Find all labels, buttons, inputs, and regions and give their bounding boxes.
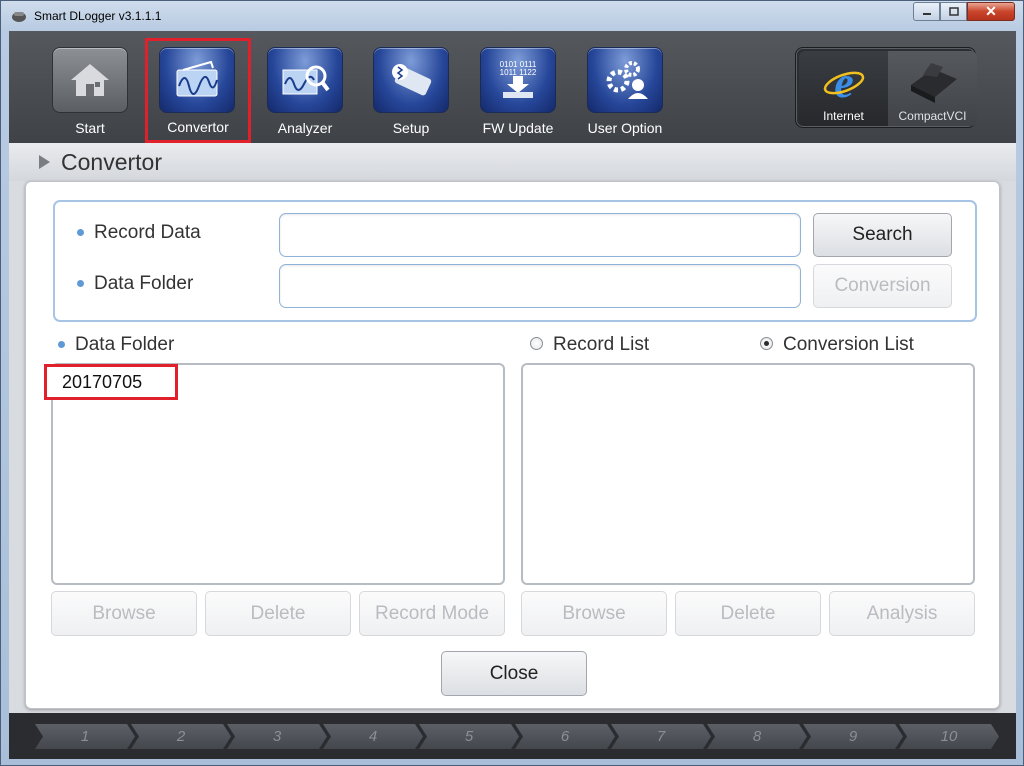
fw-update-icon: 0101 0111 1011 1122 [480,47,556,113]
close-button[interactable]: Close [441,651,587,696]
record-input-group: Record Data Search Data Folder Conversio… [53,200,977,322]
step-4-label: 4 [368,728,378,745]
main-toolbar: Start Convertor Analyzer Setup 0101 0111… [9,31,1016,143]
step-6: 6 [515,724,615,749]
toolbar-fw-update-label: FW Update [482,120,554,136]
step-4: 4 [323,724,423,749]
step-2: 2 [131,724,231,749]
convertor-icon [159,47,235,113]
compactvci-icon [910,63,957,103]
left-delete-button[interactable]: Delete [205,591,351,636]
analysis-button[interactable]: Analysis [829,591,975,636]
close-window-button[interactable]: ✕ [967,2,1015,21]
right-browse-button[interactable]: Browse [521,591,667,636]
toolbar-convertor-label: Convertor [167,119,229,135]
toolbar-analyzer-label: Analyzer [277,120,333,136]
radio-conversion-list-label: Conversion List [783,334,914,355]
title-bar[interactable]: Smart DLogger v3.1.1.1 ✕ [1,1,1023,31]
step-6-label: 6 [560,728,570,745]
triangle-right-icon [39,155,50,169]
compactvci-button[interactable]: CompactVCI [888,51,977,126]
conversion-listbox[interactable] [521,363,975,585]
list-item[interactable]: 20170705 [44,364,178,400]
bullet-icon [77,229,84,237]
radio-record-list-label: Record List [553,334,650,355]
radio-unchecked-icon [530,337,543,351]
step-1: 1 [35,724,135,749]
minimize-button[interactable] [913,2,940,21]
toolbar-analyzer[interactable]: Analyzer [255,45,345,141]
record-mode-button[interactable]: Record Mode [359,591,505,636]
compactvci-label: CompactVCI [898,109,967,123]
internet-button[interactable]: e Internet [799,51,888,126]
toolbar-user-option[interactable]: User Option [575,45,665,141]
convertor-panel: Record Data Search Data Folder Conversio… [25,181,1000,709]
toolbar-user-option-label: User Option [587,120,663,136]
data-folder-label-row: Data Folder [77,273,193,295]
step-5: 5 [419,724,519,749]
data-folder-list-label: Data Folder [75,334,175,355]
toolbar-fw-update[interactable]: 0101 0111 1011 1122 FW Update [468,45,558,141]
internet-label: Internet [823,109,864,123]
step-2-label: 2 [176,728,186,745]
section-header: Convertor [9,143,1016,181]
record-data-label: Record Data [94,222,201,243]
setup-icon [373,47,449,113]
step-5-label: 5 [464,728,474,745]
step-7-label: 7 [656,728,666,745]
step-9-label: 9 [848,728,858,745]
step-3-label: 3 [272,728,282,745]
step-7: 7 [611,724,711,749]
search-button[interactable]: Search [813,213,952,257]
conversion-button[interactable]: Conversion [813,264,952,308]
home-icon [52,47,128,113]
step-10-label: 10 [940,728,958,745]
bullet-icon [58,341,65,349]
svg-text:e: e [834,58,854,107]
radio-record-list[interactable]: Record List [530,334,649,356]
window-title: Smart DLogger v3.1.1.1 [34,9,162,23]
step-9: 9 [803,724,903,749]
user-option-icon [587,47,663,113]
record-data-label-row: Record Data [77,222,201,244]
step-10: 10 [899,724,999,749]
app-window: Smart DLogger v3.1.1.1 ✕ Start Convertor [0,0,1024,766]
toolbar-setup-label: Setup [392,120,430,136]
data-folder-input[interactable] [279,264,801,308]
step-1-label: 1 [80,728,90,745]
step-progress-bar: 1 2 3 4 5 6 7 8 9 10 [9,713,1016,759]
bullet-icon [77,280,84,288]
close-icon: ✕ [985,3,997,19]
maximize-icon [948,6,959,16]
toolbar-start-label: Start [75,120,105,136]
minimize-icon [922,12,931,15]
data-folder-list-header: Data Folder [58,334,174,356]
step-8-label: 8 [752,728,762,745]
step-3: 3 [227,724,327,749]
data-folder-label: Data Folder [94,273,194,294]
toolbar-setup[interactable]: Setup [361,45,451,141]
toolbar-convertor[interactable]: Convertor [145,38,251,143]
maximize-button[interactable] [940,2,967,21]
step-8: 8 [707,724,807,749]
radio-checked-icon [760,337,773,351]
radio-conversion-list[interactable]: Conversion List [760,334,914,356]
connection-panel: e Internet CompactVCI [795,47,977,128]
svg-text:1011 1122: 1011 1122 [500,68,537,77]
client-area: Start Convertor Analyzer Setup 0101 0111… [9,31,1016,759]
left-browse-button[interactable]: Browse [51,591,197,636]
record-data-input[interactable] [279,213,801,257]
internet-explorer-icon: e [823,58,864,107]
toolbar-start[interactable]: Start [40,45,130,141]
app-logo-icon [12,12,26,22]
analyzer-icon [267,47,343,113]
right-delete-button[interactable]: Delete [675,591,821,636]
page-title: Convertor [61,149,162,175]
